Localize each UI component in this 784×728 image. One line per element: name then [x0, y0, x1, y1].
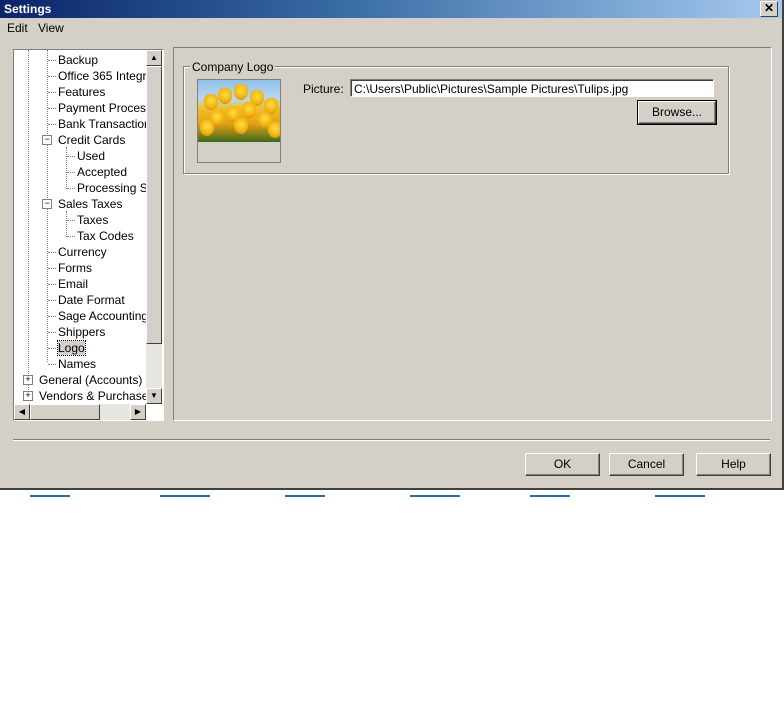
tree-item-email[interactable]: Email: [58, 277, 88, 291]
collapse-icon[interactable]: −: [42, 199, 52, 209]
tree-item-sales-taxes[interactable]: Sales Taxes: [58, 197, 122, 211]
tree-line: [48, 60, 56, 61]
logo-preview: [197, 79, 281, 163]
tree-line: [48, 92, 56, 93]
tree-vertical-scrollbar[interactable]: ▲ ▼: [146, 50, 162, 404]
tree-item-names[interactable]: Names: [58, 357, 96, 371]
tree-item-currency[interactable]: Currency: [58, 245, 107, 259]
expand-icon[interactable]: +: [23, 375, 33, 385]
tree-line: [48, 108, 56, 109]
tree-item-used[interactable]: Used: [77, 149, 105, 163]
tree-item-sage-accounting[interactable]: Sage Accounting I: [58, 309, 155, 323]
scroll-left-icon[interactable]: ◀: [14, 404, 30, 420]
tree-item-shippers[interactable]: Shippers: [58, 325, 105, 339]
tree-line: [48, 284, 56, 285]
menu-edit[interactable]: Edit: [7, 21, 28, 35]
scroll-up-icon[interactable]: ▲: [146, 50, 162, 66]
menu-view[interactable]: View: [38, 21, 64, 35]
tree-item-forms[interactable]: Forms: [58, 261, 92, 275]
tree-line: [48, 300, 56, 301]
tree-line: [67, 220, 75, 221]
tree-line: [48, 316, 56, 317]
scroll-thumb[interactable]: [146, 66, 162, 344]
picture-label: Picture:: [303, 82, 344, 96]
tree-item-vendors-purchases[interactable]: Vendors & Purchases: [39, 389, 154, 403]
tree-line: [48, 364, 56, 365]
picture-path-field[interactable]: C:\Users\Public\Pictures\Sample Pictures…: [350, 79, 714, 97]
settings-tree[interactable]: Backup Office 365 Integrat Features Paym…: [13, 49, 164, 421]
tree-item-general-accounts[interactable]: General (Accounts): [39, 373, 142, 387]
tree-item-logo[interactable]: Logo: [57, 340, 86, 356]
tree-line: [66, 147, 67, 189]
tree-line: [66, 211, 67, 237]
collapse-icon[interactable]: −: [42, 135, 52, 145]
group-label: Company Logo: [190, 60, 276, 74]
tree-line: [67, 188, 75, 189]
tree-item-office-365[interactable]: Office 365 Integrat: [58, 69, 157, 83]
tree-line: [28, 50, 29, 390]
tree-line: [48, 332, 56, 333]
tree-item-date-format[interactable]: Date Format: [58, 293, 125, 307]
tree-line: [67, 236, 75, 237]
tree-line: [48, 252, 56, 253]
tree-item-taxes[interactable]: Taxes: [77, 213, 108, 227]
help-button[interactable]: Help: [696, 453, 771, 476]
expand-icon[interactable]: +: [23, 391, 33, 401]
tree-item-features[interactable]: Features: [58, 85, 105, 99]
tulips-image: [198, 80, 280, 142]
scroll-thumb[interactable]: [30, 404, 100, 420]
ok-button[interactable]: OK: [525, 453, 600, 476]
tree-line: [48, 268, 56, 269]
tree-horizontal-scrollbar[interactable]: ◀ ▶: [14, 404, 146, 420]
tree-item-processing-settings[interactable]: Processing Se: [77, 181, 154, 195]
tree-item-credit-cards[interactable]: Credit Cards: [58, 133, 125, 147]
footer-separator: [13, 439, 770, 441]
title-bar: Settings ✕: [0, 0, 782, 18]
tree-line: [48, 76, 56, 77]
browse-button[interactable]: Browse...: [637, 100, 717, 125]
tree-item-tax-codes[interactable]: Tax Codes: [77, 229, 134, 243]
tree-line: [67, 156, 75, 157]
settings-dialog: Settings ✕ Edit View Backup Office 365 I…: [0, 0, 784, 490]
scroll-right-icon[interactable]: ▶: [130, 404, 146, 420]
tree-item-bank-transactions[interactable]: Bank Transactions: [58, 117, 157, 131]
tree-line: [48, 348, 56, 349]
close-icon[interactable]: ✕: [760, 1, 778, 17]
tree-line: [48, 124, 56, 125]
tree-line: [67, 172, 75, 173]
window-title: Settings: [4, 2, 52, 16]
tree-item-accepted[interactable]: Accepted: [77, 165, 127, 179]
scroll-down-icon[interactable]: ▼: [146, 388, 162, 404]
cancel-button[interactable]: Cancel: [609, 453, 684, 476]
tree-item-backup[interactable]: Backup: [58, 53, 98, 67]
background-window-strip: [0, 490, 784, 504]
